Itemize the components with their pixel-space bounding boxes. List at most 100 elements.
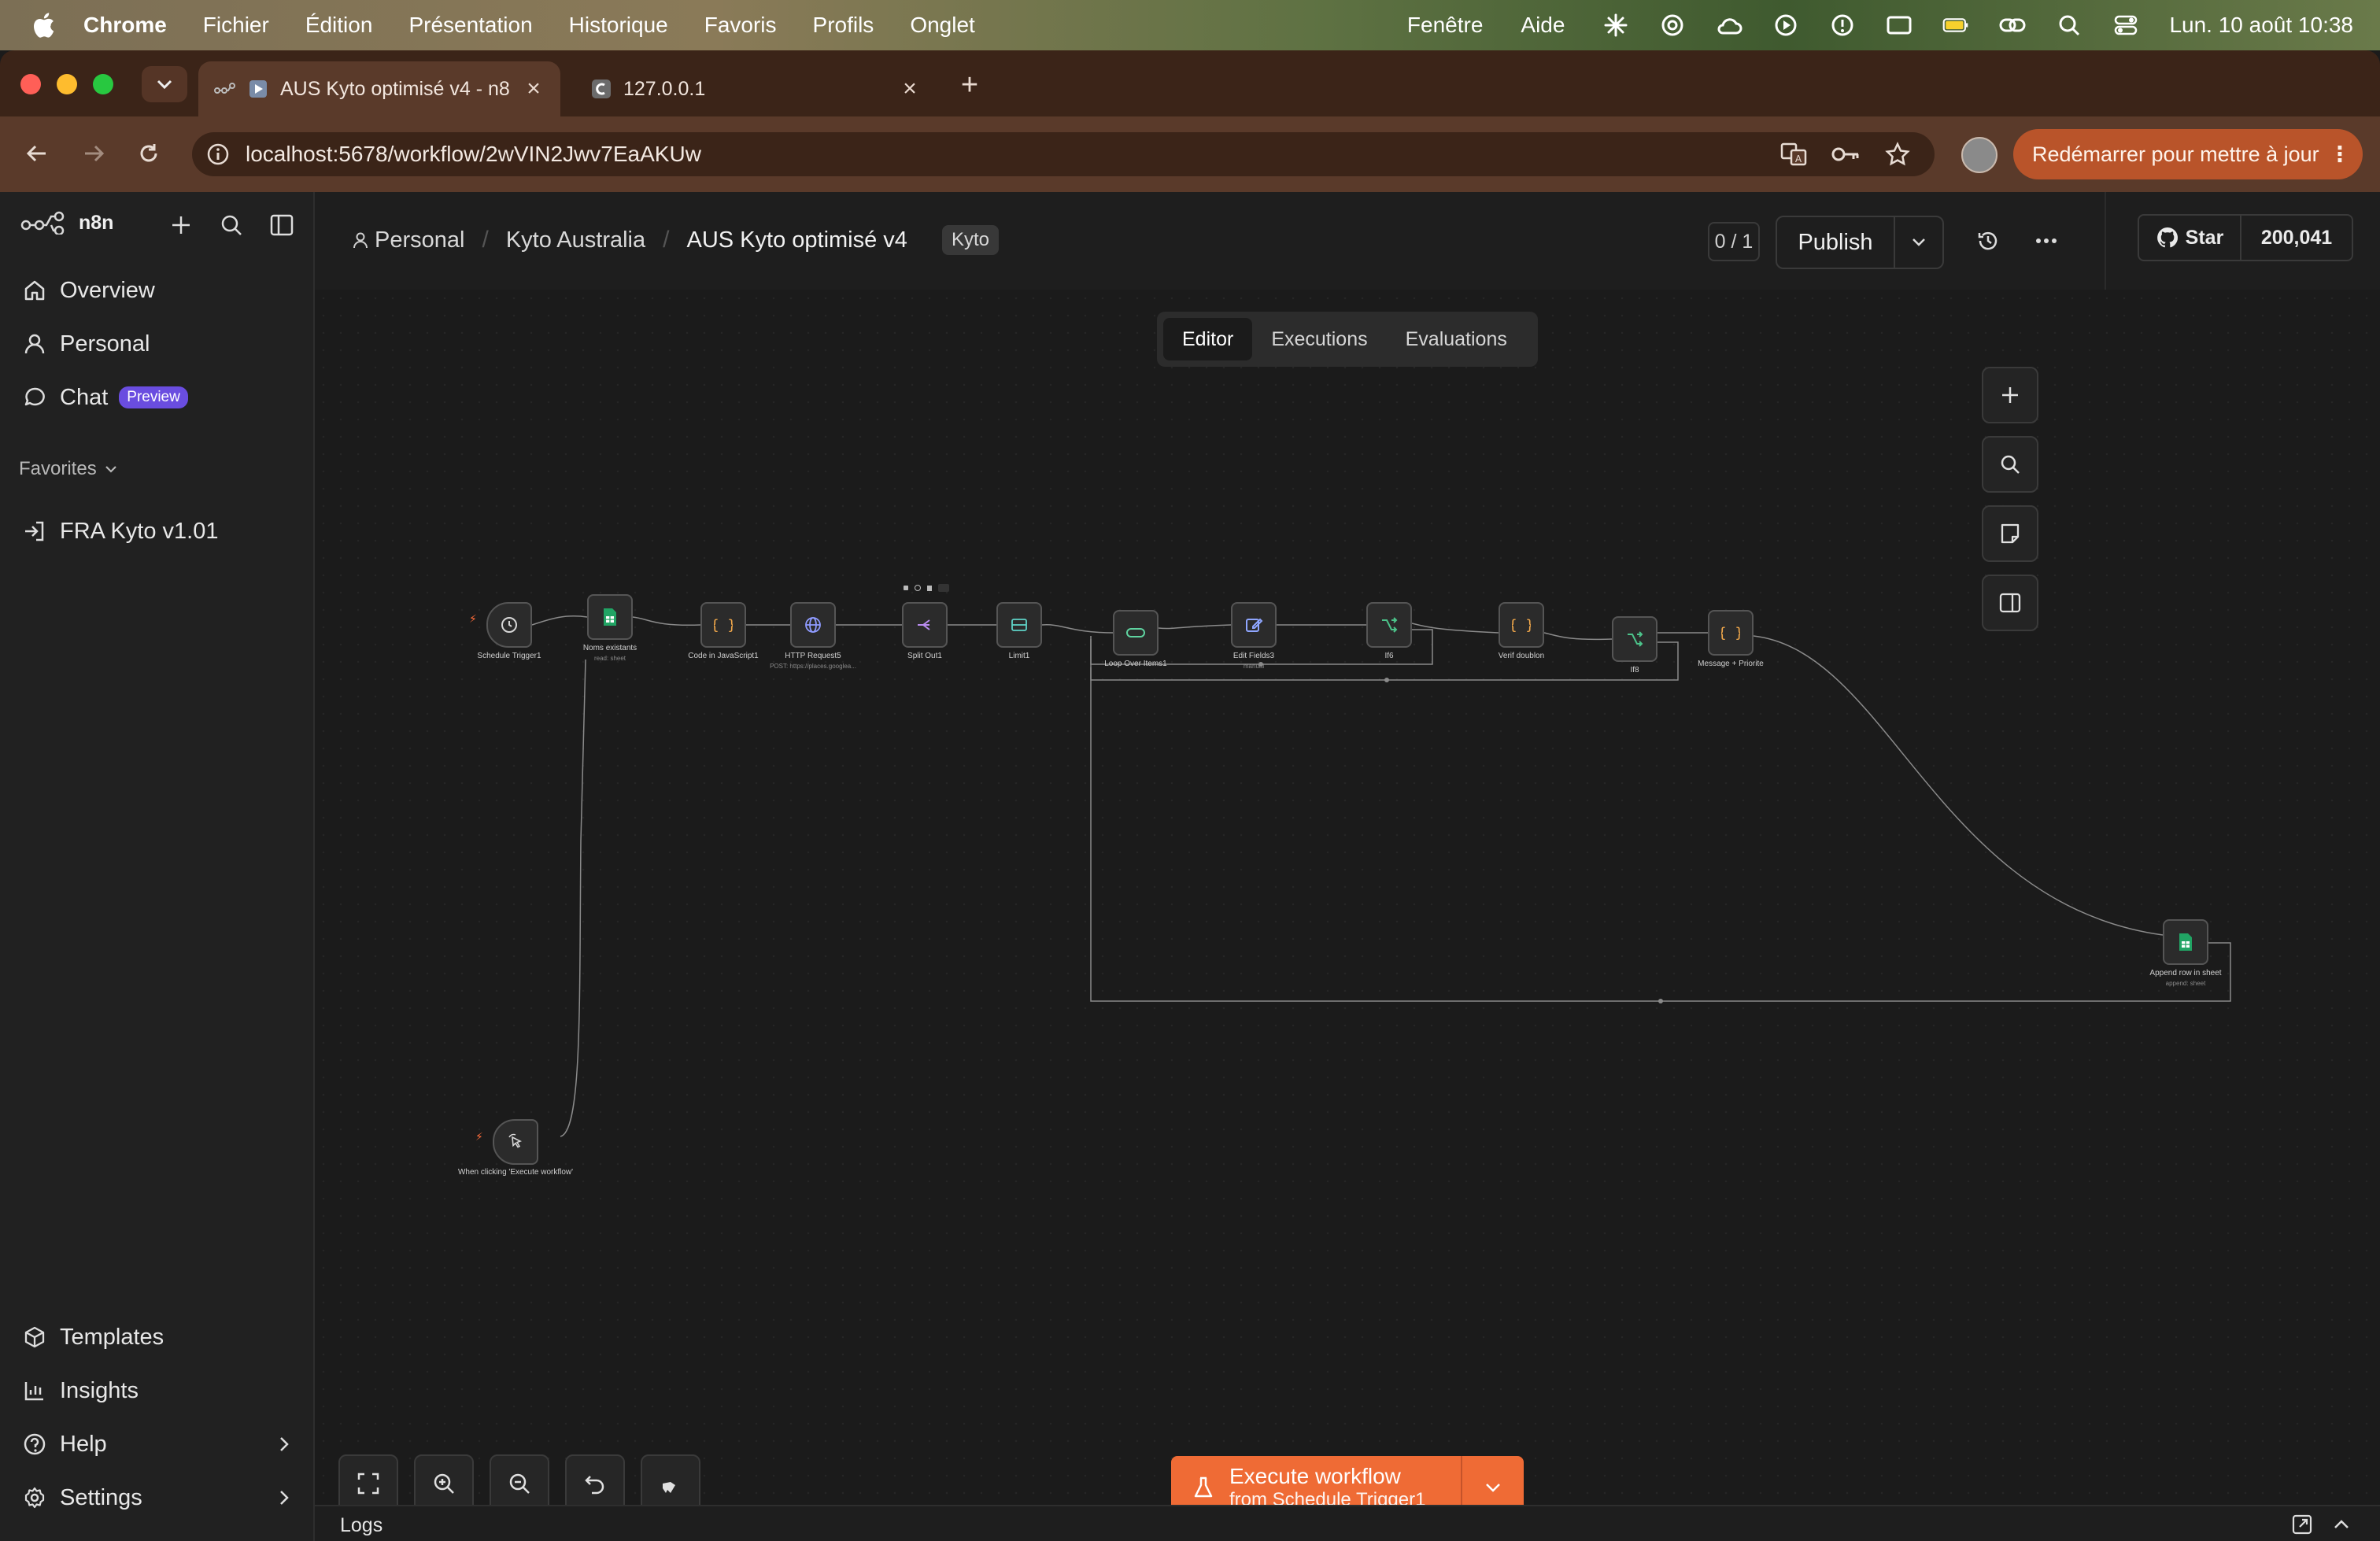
menu-aide[interactable]: Aide [1521,13,1565,38]
github-star-button[interactable]: Star 200,041 [2138,214,2353,261]
node-message-priorite[interactable]: { } [1708,610,1754,656]
trash-icon[interactable] [927,585,932,591]
node-schedule-trigger[interactable] [486,602,532,648]
tab-executions[interactable]: Executions [1252,318,1386,360]
node-limit[interactable] [996,602,1042,648]
collapse-sidebar-button[interactable] [266,209,298,241]
zoom-in-button[interactable] [414,1454,474,1513]
link-icon[interactable] [1999,12,2026,39]
menu-historique[interactable]: Historique [569,13,668,38]
alert-icon[interactable] [1829,12,1856,39]
node-split-out[interactable] [902,602,948,648]
sidebar-item-personal[interactable]: Personal [20,324,150,364]
sidebar-item-templates[interactable]: Templates [20,1317,164,1357]
browser-tab-active[interactable]: AUS Kyto optimisé v4 - n8 × [198,61,560,116]
undo-button[interactable] [565,1454,625,1513]
toggle-panel-button[interactable] [1982,575,2038,631]
translate-icon[interactable]: A [1779,139,1809,169]
favorite-item[interactable]: FRA Kyto v1.01 [20,512,219,551]
sidebar-item-help[interactable]: Help [20,1425,296,1464]
menu-favoris[interactable]: Favoris [704,13,777,38]
fit-view-button[interactable] [338,1454,398,1513]
more-options-button[interactable] [2031,225,2062,257]
node-append-row[interactable] [2163,919,2208,965]
cloud-icon[interactable] [1716,12,1743,39]
workflow-canvas[interactable]: ⚡ Schedule Trigger1 Noms existants read:… [315,290,2380,1505]
bookmark-star-icon[interactable] [1883,139,1913,169]
power-icon[interactable] [915,585,921,591]
menu-presentation[interactable]: Présentation [408,13,532,38]
apple-logo-icon[interactable] [31,12,55,39]
back-button[interactable] [19,135,55,172]
node-hover-toolbar[interactable] [904,584,949,592]
node-http-request[interactable] [790,602,836,648]
node-if8[interactable] [1612,616,1658,662]
forward-button[interactable] [76,135,112,172]
reload-button[interactable] [131,135,167,172]
workflow-title[interactable]: AUS Kyto optimisé v4 [686,227,907,253]
sidebar-item-settings[interactable]: Settings [20,1478,296,1517]
audio-playing-icon[interactable] [247,78,269,100]
relaunch-update-button[interactable]: Redémarrer pour mettre à jour ⋮ [2013,129,2363,179]
sidebar-item-chat[interactable]: Chat Preview [20,378,188,417]
browser-tab[interactable]: 127.0.0.1 × [575,61,937,116]
sidebar-item-overview[interactable]: Overview [20,271,155,310]
search-nodes-button[interactable] [1982,436,2038,493]
favorites-header[interactable]: Favorites [19,458,117,480]
add-node-button[interactable] [1982,367,2038,423]
new-tab-button[interactable]: + [954,68,985,102]
menu-app-name[interactable]: Chrome [83,13,167,38]
close-tab-icon[interactable]: × [519,75,548,103]
more-horizontal-icon[interactable] [938,584,949,592]
menu-edition[interactable]: Édition [305,13,373,38]
search-icon[interactable] [2056,12,2082,39]
site-info-icon[interactable] [206,142,230,166]
logs-bar[interactable]: Logs [315,1505,2380,1541]
node-code-javascript[interactable]: { } [700,602,746,648]
menu-fichier[interactable]: Fichier [203,13,269,38]
history-button[interactable] [1972,225,2004,257]
create-button[interactable] [165,209,197,241]
node-edit-fields[interactable] [1231,602,1277,648]
zoom-out-button[interactable] [490,1454,549,1513]
sticky-note-button[interactable] [1982,505,2038,562]
tab-search-button[interactable] [142,66,187,102]
battery-icon[interactable] [1942,12,1969,39]
breadcrumb-project[interactable]: Personal [375,227,464,253]
node-if6[interactable] [1366,602,1412,648]
pop-out-icon[interactable] [2290,1513,2314,1536]
sidebar-item-insights[interactable]: Insights [20,1371,139,1410]
key-icon[interactable] [1831,139,1861,169]
sidebar-search-button[interactable] [216,209,247,241]
node-verif-doublon[interactable]: { } [1499,602,1544,648]
tab-evaluations[interactable]: Evaluations [1387,318,1526,360]
menu-onglet[interactable]: Onglet [910,13,975,38]
chatgpt-icon[interactable] [1659,12,1686,39]
menu-profils[interactable]: Profils [813,13,874,38]
tab-editor[interactable]: Editor [1163,318,1253,360]
menubar-clock[interactable]: Lun. 10 août 10:38 [2169,13,2353,38]
node-manual-trigger[interactable] [493,1119,538,1165]
url-text[interactable]: localhost:5678/workflow/2wVIN2Jwv7EaAKUw [246,142,1779,167]
window-close-button[interactable] [20,74,41,94]
publish-button[interactable]: Publish [1777,217,1895,268]
window-minimize-button[interactable] [57,74,77,94]
github-star[interactable]: Star [2139,216,2241,260]
play-icon[interactable] [904,586,908,590]
close-tab-icon[interactable]: × [896,75,924,103]
breadcrumb-folder[interactable]: Kyto Australia [506,227,645,253]
profile-avatar[interactable] [1961,137,1998,173]
play-icon[interactable] [1772,12,1799,39]
menu-fenetre[interactable]: Fenêtre [1407,13,1484,38]
window-maximize-button[interactable] [93,74,113,94]
address-bar[interactable]: localhost:5678/workflow/2wVIN2Jwv7EaAKUw… [192,132,1935,176]
workflow-tag[interactable]: Kyto [941,225,999,255]
publish-dropdown-button[interactable] [1895,217,1942,268]
node-noms-existants[interactable] [587,594,633,640]
n8n-logo[interactable]: n8n [20,211,113,235]
control-center-icon[interactable] [2112,12,2139,39]
more-vertical-icon[interactable]: ⋮ [2328,142,2352,167]
tidy-up-button[interactable] [641,1454,700,1513]
chevron-up-icon[interactable] [2330,1513,2353,1536]
node-loop-over-items[interactable] [1113,610,1159,656]
